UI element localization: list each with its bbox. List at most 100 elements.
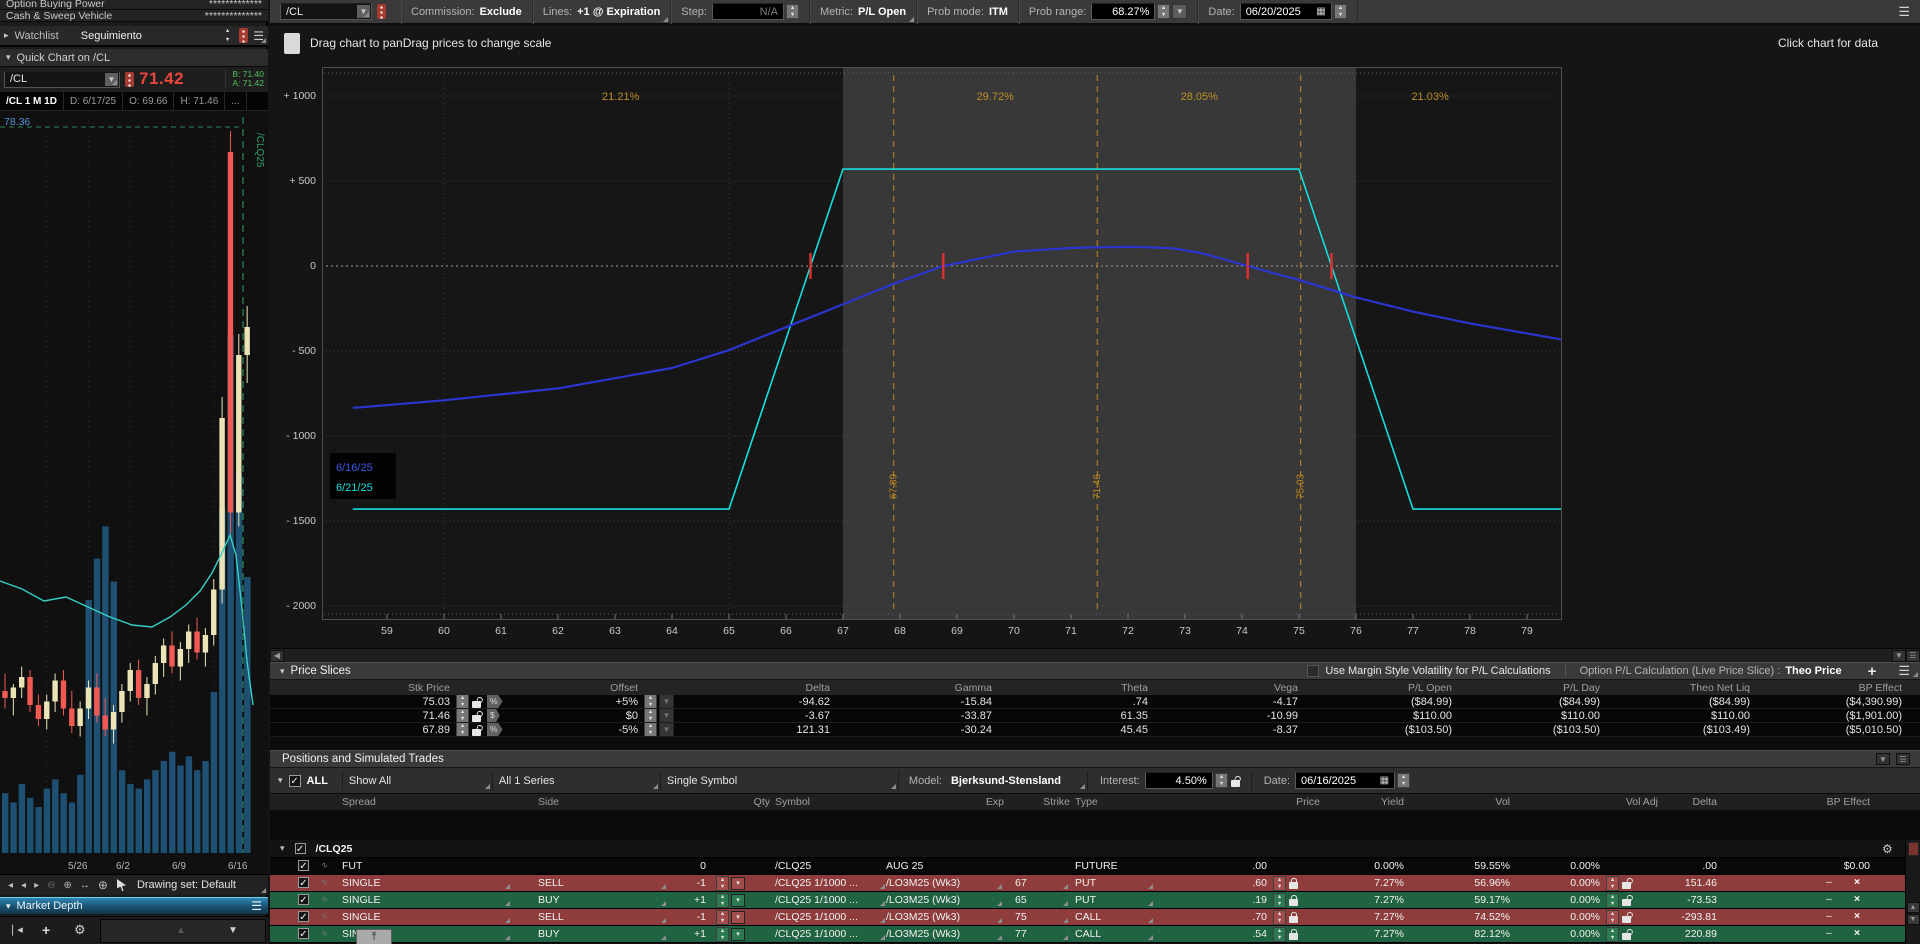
date-stepper[interactable]: ▲▼ [1334,4,1347,19]
slice-offset-dropdown-icon[interactable]: ▼ [659,709,674,722]
column-header-theo-net-liq[interactable]: Theo Net Liq [1604,680,1750,695]
scroll-left-icon[interactable]: ◀ [270,650,284,662]
row-checkbox[interactable]: ✓ [298,928,309,939]
delete-leg-button[interactable]: × [1854,927,1860,939]
vol-adj-stepper[interactable]: ▲▼ [1606,910,1619,925]
add-slice-button[interactable]: + [1868,663,1877,680]
date-input[interactable]: 06/20/2025 ▦ [1240,3,1332,20]
gear-icon[interactable]: ⚙ [1882,842,1893,856]
price-stepper[interactable]: ▲▼ [1273,910,1286,925]
scroll-up-icon[interactable]: ▲ [1907,902,1920,913]
model-select[interactable]: Bjerksund-Stensland [947,771,1087,791]
vol-adj-stepper[interactable]: ▲▼ [1606,876,1619,891]
collapse-icon[interactable]: ▾ [278,775,283,786]
positions-menu-icon[interactable]: ☰ [1896,753,1910,765]
remove-leg-button[interactable]: – [1826,893,1832,905]
column-header-delta[interactable]: Delta [690,680,830,695]
market-depth-header[interactable]: ▾ Market Depth ☰ [0,897,268,914]
slice-offset-value[interactable]: -5% [542,723,638,736]
slice-offset-stepper[interactable]: ▲▼ [644,723,657,736]
qty-stepper[interactable]: ▲▼ [716,893,729,908]
drawing-set-select[interactable]: Drawing set: Default [137,879,236,891]
type-cell[interactable]: PUT [1075,892,1155,908]
symbol-cell[interactable]: /CLQ25 1/1000 ... [775,909,887,925]
chart-more[interactable]: ... [225,92,246,110]
qty-dropdown-icon[interactable]: ▾ [731,928,745,941]
vol-adj-stepper[interactable]: ▲▼ [1606,893,1619,908]
price-stepper[interactable]: ▲▼ [1273,876,1286,891]
scroll-up-icon[interactable]: ▲ [176,925,186,936]
interest-input[interactable]: 4.50% [1145,772,1213,789]
positions-collapse-icon[interactable]: ▼ [1876,753,1890,765]
column-header-p-l-open[interactable]: P/L Open [1302,680,1452,695]
series-filter-select[interactable]: All 1 Series [492,771,660,791]
scroll-down-icon[interactable]: ▼ [1907,914,1920,925]
dock-left-icon[interactable]: ❘◂ [8,923,23,936]
symbol-cell[interactable]: /CLQ25 1/1000 ... [775,892,887,908]
strike-cell[interactable]: 77 [1015,926,1070,942]
slice-offset-type-tag[interactable]: % [487,695,503,708]
risk-profile-plot[interactable]: 67.8971.4675.0321.21%29.72%28.05%21.03%6… [322,67,1562,620]
row-checkbox[interactable]: ✓ [298,911,309,922]
interest-lock-icon[interactable] [1231,780,1240,787]
step-left-icon[interactable]: ◂ [21,880,26,891]
row-checkbox[interactable]: ✓ [298,894,309,905]
price-lock-icon[interactable] [1289,933,1298,940]
calc-mode-value[interactable]: Theo Price [1785,665,1841,677]
column-header-yield[interactable]: Yield [1322,794,1404,810]
qty-dropdown-icon[interactable]: ▾ [731,911,745,924]
chart-menu-icon[interactable]: ☰ [1906,650,1920,662]
chevron-down-icon[interactable]: ▼ [357,5,370,18]
column-header-type[interactable]: Type [1075,794,1155,810]
scroll-handle[interactable] [1908,842,1919,856]
slice-offset-dropdown-icon[interactable]: ▼ [659,723,674,736]
price-lock-icon[interactable] [1289,916,1298,923]
qty-dropdown-icon[interactable]: ▾ [731,894,745,907]
exp-cell[interactable]: /LO3M25 (Wk3) [886,892,1004,908]
spread-cell[interactable]: SINGLE [342,875,512,891]
column-header-strike[interactable]: Strike [1008,794,1070,810]
analyze-symbol-select[interactable]: /CL ▼ [280,3,372,20]
price-lock-icon[interactable] [1289,899,1298,906]
slice-price-value[interactable]: 71.46 [270,709,450,722]
toolbar-menu-icon[interactable]: ☰ [1898,4,1910,20]
collapse-icon[interactable]: ▾ [6,52,11,63]
vol-adj-lock-icon[interactable] [1622,916,1631,923]
show-filter-select[interactable]: Show All [342,771,492,791]
column-header-vol-adj[interactable]: Vol Adj [1514,794,1658,810]
pointer-icon[interactable] [117,879,126,891]
metric-setting[interactable]: Metric: P/L Open [810,0,917,24]
column-header-qty[interactable]: Qty [622,794,770,810]
slice-offset-type-tag[interactable]: $ [487,709,500,722]
add-gadget-icon[interactable]: + [42,922,50,938]
chart-style-icon[interactable] [284,33,300,54]
scroll-down-icon[interactable]: ▼ [228,925,238,936]
slice-offset-type-tag[interactable]: % [487,723,503,736]
symbol-select[interactable]: /CL ▼ [4,71,120,88]
lines-setting[interactable]: Lines: +1 @ Expiration [533,0,672,24]
column-header-symbol[interactable]: Symbol [775,794,887,810]
slices-menu-icon[interactable]: ☰ [1898,663,1910,679]
chevron-down-icon[interactable]: ▼ [105,73,118,86]
slice-lock-icon[interactable] [472,701,481,708]
type-cell[interactable]: CALL [1075,909,1155,925]
positions-date-stepper[interactable]: ▲▼ [1397,773,1410,788]
chart-h-scrollbar[interactable]: ◀ ▼ ☰ [270,648,1920,662]
positions-scrollbar[interactable]: ▲▼ [1905,840,1920,944]
watchlist-sort-icon[interactable]: ▲▼ [221,28,234,43]
slice-price-stepper[interactable]: ▲▼ [456,723,469,736]
qty-stepper[interactable]: ▲▼ [716,927,729,942]
qty-stepper[interactable]: ▲▼ [716,910,729,925]
margin-volatility-checkbox[interactable]: ✓ [1307,665,1319,677]
fit-width-icon[interactable]: ↔ [80,880,90,891]
watchlist-expand-icon[interactable]: ▸ [4,30,9,41]
group-checkbox[interactable]: ✓ [295,843,306,854]
prob-range-input[interactable]: 68.27% [1091,3,1155,20]
prob-mode-setting[interactable]: Prob mode: ITM [917,0,1019,24]
chart-dropdown-icon[interactable]: ▼ [1892,650,1906,662]
crosshair-icon[interactable]: ⊕ [98,878,108,892]
symbol-mode-select[interactable]: Single Symbol [660,771,898,791]
remove-leg-button[interactable]: – [1826,876,1832,888]
exp-cell[interactable]: /LO3M25 (Wk3) [886,909,1004,925]
interest-stepper[interactable]: ▲▼ [1215,773,1228,788]
